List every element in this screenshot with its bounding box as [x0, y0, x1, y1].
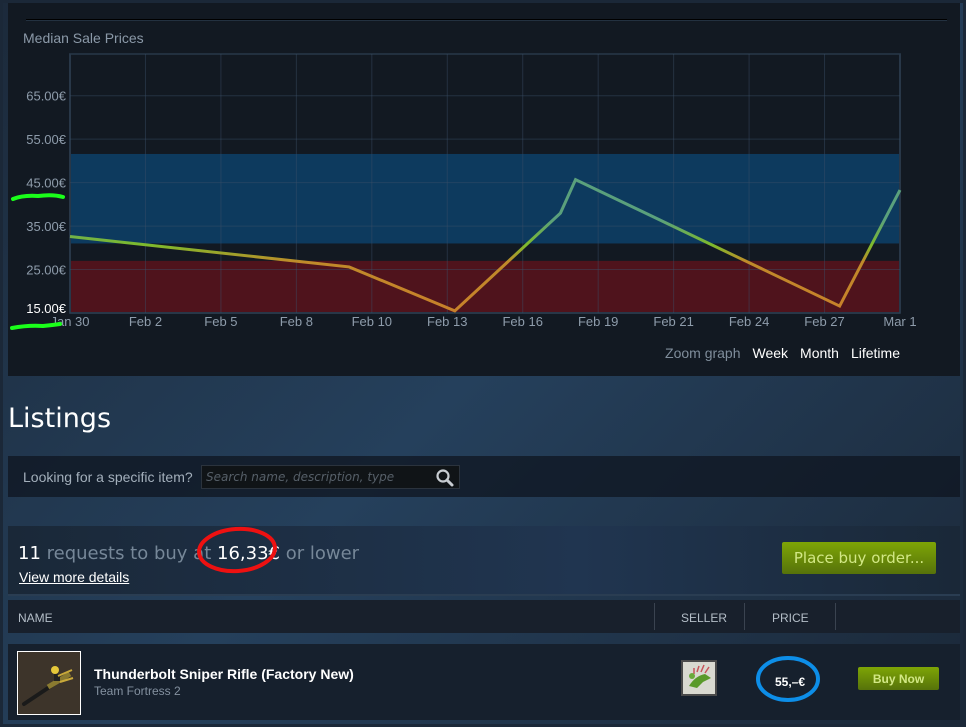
seller-avatar[interactable]	[681, 660, 717, 696]
search-label: Looking for a specific item?	[23, 469, 193, 485]
x-tick-label: Feb 8	[280, 314, 313, 329]
zoom-lifetime-link[interactable]: Lifetime	[851, 345, 900, 361]
place-buy-order-button[interactable]: Place buy order...	[782, 542, 936, 574]
column-header-price[interactable]: PRICE	[772, 611, 809, 625]
y-tick-label: 55.00€	[26, 132, 67, 147]
upper-band	[70, 153, 900, 244]
buy-request-price: 16,33€	[217, 543, 280, 564]
y-tick-label: 35.00€	[26, 219, 67, 234]
sniper-rifle-icon	[18, 652, 80, 714]
search-field	[201, 465, 460, 489]
listings-table-header: NAME SELLER PRICE	[8, 600, 960, 633]
y-tick-label: 25.00€	[26, 263, 67, 278]
zoom-graph-label: Zoom graph	[665, 345, 741, 361]
column-header-seller[interactable]: SELLER	[681, 611, 727, 625]
seller-avatar-image	[683, 662, 715, 694]
listing-search-bar: Looking for a specific item?	[8, 456, 960, 497]
x-tick-label: Jan 30	[50, 314, 89, 329]
column-divider	[744, 603, 745, 630]
price-history-panel: Median Sale Prices 15.00€ 25.00€ 35.00€ 45.…	[8, 3, 960, 376]
listings-heading: Listings	[8, 403, 112, 434]
buy-now-button[interactable]: Buy Now	[858, 667, 939, 690]
buy-request-count: 11	[18, 543, 41, 564]
table-row: Thunderbolt Sniper Rifle (Factory New) T…	[8, 644, 960, 720]
column-divider	[654, 603, 655, 630]
x-tick-label: Feb 13	[427, 314, 467, 329]
x-tick-label: Feb 16	[502, 314, 542, 329]
lower-band	[70, 260, 900, 313]
buy-order-summary: 11 requests to buy at 16,33€ or lower Vi…	[8, 526, 960, 596]
x-tick-label: Feb 19	[578, 314, 618, 329]
zoom-controls: Zoom graph Week Month Lifetime	[665, 345, 900, 361]
x-tick-label: Feb 27	[804, 314, 844, 329]
search-icon[interactable]	[435, 468, 455, 488]
x-tick-label: Feb 2	[129, 314, 162, 329]
x-tick-label: Feb 10	[352, 314, 392, 329]
x-tick-label: Feb 24	[729, 314, 769, 329]
view-more-details-link[interactable]: View more details	[19, 569, 129, 585]
x-tick-label: Mar 1	[883, 314, 916, 329]
market-page: Median Sale Prices 15.00€ 25.00€ 35.00€ 45.…	[3, 3, 963, 724]
item-name[interactable]: Thunderbolt Sniper Rifle (Factory New)	[94, 666, 354, 682]
x-tick-label: Feb 5	[204, 314, 237, 329]
zoom-month-link[interactable]: Month	[800, 345, 839, 361]
item-game: Team Fortress 2	[94, 684, 181, 698]
price-chart[interactable]: 15.00€25.00€35.00€45.00€55.00€65.00€ Jan…	[8, 3, 960, 376]
item-image[interactable]	[17, 651, 81, 715]
buy-request-suffix: or lower	[285, 543, 360, 564]
buy-order-text: 11 requests to buy at 16,33€ or lower	[18, 543, 359, 564]
column-header-name[interactable]: NAME	[18, 611, 53, 625]
buy-request-text: requests to buy at	[46, 543, 212, 564]
column-divider	[835, 603, 836, 630]
y-tick-label: 65.00€	[26, 89, 67, 104]
search-input[interactable]	[202, 466, 432, 488]
zoom-week-link[interactable]: Week	[753, 345, 789, 361]
listing-price: 55,–€	[775, 675, 806, 689]
x-tick-label: Feb 21	[653, 314, 693, 329]
y-tick-label: 45.00€	[26, 176, 67, 191]
